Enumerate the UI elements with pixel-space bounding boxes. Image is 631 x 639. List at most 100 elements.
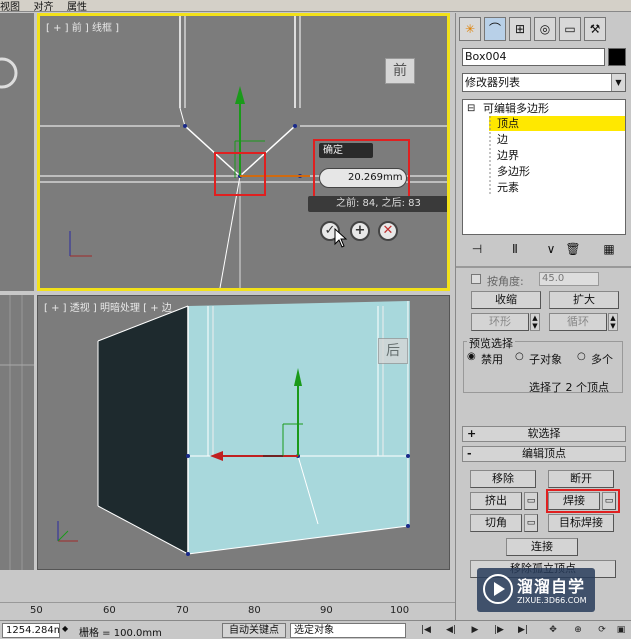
chevron-down-icon[interactable]: ▼ xyxy=(611,74,625,91)
pin-stack-icon[interactable]: ⊣ xyxy=(468,240,486,258)
mouse-cursor-icon xyxy=(334,228,348,248)
collapse-toggle-icon[interactable]: ⊟ xyxy=(467,101,475,116)
menu-item-view[interactable]: 视图 xyxy=(0,3,20,12)
modifier-stack[interactable]: ⊟ 可编辑多边形 顶点 边 边界 多边形 元素 xyxy=(462,99,626,235)
stack-level-polygon[interactable]: 多边形 xyxy=(497,164,530,179)
soft-selection-rollout-header[interactable]: + 软选择 xyxy=(462,426,626,442)
coordinate-field[interactable]: 1254.284m xyxy=(2,623,60,638)
create-tab-icon[interactable]: ✳ xyxy=(459,17,481,41)
coord-spinner-icon[interactable]: ◆ xyxy=(62,624,68,633)
stack-level-element[interactable]: 元素 xyxy=(497,180,519,195)
front-viewport-label[interactable]: [ + ] 前 ] 线框 ] xyxy=(46,19,119,34)
by-angle-checkbox[interactable] xyxy=(471,274,481,284)
ring-button[interactable]: 环形 xyxy=(471,313,529,331)
stack-level-vertex[interactable]: 顶点 xyxy=(489,116,625,131)
auto-key-button[interactable]: 自动关键点 xyxy=(222,623,286,638)
perspective-viewport-label[interactable]: [ + ] 透视 ] 明暗处理 [ + 边 xyxy=(44,299,172,314)
front-viewport[interactable]: [ + ] 前 ] 线框 ] 前 确定 20.269mm 之前: 84, 之后:… xyxy=(37,13,450,291)
status-bar: 1254.284m ◆ 栅格 = 100.0mm 自动关键点 选定对象 |◀ ◀… xyxy=(0,620,631,639)
menu-item-properties[interactable]: 属性 xyxy=(67,3,87,12)
radio-unchecked-icon[interactable]: ○ xyxy=(577,351,586,362)
weld-caddy-title: 确定 xyxy=(319,143,373,158)
connect-button[interactable]: 连接 xyxy=(506,538,578,556)
watermark-brand: 溜溜自学 xyxy=(517,577,586,596)
weld-vertex-count: 之前: 84, 之后: 83 xyxy=(308,196,447,212)
next-frame-icon[interactable]: |▶ xyxy=(491,624,507,637)
object-name-field[interactable]: Box004 xyxy=(462,48,605,66)
shrink-button[interactable]: 收缩 xyxy=(471,291,541,309)
break-button[interactable]: 断开 xyxy=(548,470,614,488)
stack-root-item[interactable]: 可编辑多边形 xyxy=(483,101,549,116)
grid-size-label: 栅格 = 100.0mm xyxy=(79,628,162,639)
ruler-tick: 70 xyxy=(176,605,189,616)
edit-vertices-rollout-header[interactable]: - 编辑顶点 xyxy=(462,446,626,462)
weld-threshold-field[interactable]: 20.269mm xyxy=(319,168,407,188)
left-viewport-top[interactable] xyxy=(0,13,34,291)
go-to-end-icon[interactable]: ▶| xyxy=(515,624,531,637)
caddy-apply-button[interactable]: + xyxy=(350,221,370,241)
extrude-settings-icon[interactable]: ▭ xyxy=(524,492,538,510)
preview-selection-label: 预览选择 xyxy=(467,335,515,351)
disabled-radio-label[interactable]: 禁用 xyxy=(481,351,503,367)
edit-vertices-label: 编辑顶点 xyxy=(522,447,566,460)
stack-level-border[interactable]: 边界 xyxy=(497,148,519,163)
ruler-tick: 60 xyxy=(103,605,116,616)
configure-sets-icon[interactable]: ▦ xyxy=(600,240,618,258)
go-to-start-icon[interactable]: |◀ xyxy=(418,624,434,637)
stack-level-label: 顶点 xyxy=(497,117,519,130)
chamfer-settings-icon[interactable]: ▭ xyxy=(524,514,538,532)
by-angle-value-field[interactable]: 45.0 xyxy=(539,272,599,286)
play-logo-icon xyxy=(483,574,513,604)
time-ruler[interactable]: 50 60 70 80 90 100 xyxy=(0,602,455,620)
radio-checked-icon[interactable]: ◉ xyxy=(467,351,476,362)
caddy-cancel-button[interactable]: ✕ xyxy=(378,221,398,241)
pan-icon[interactable]: ✥ xyxy=(545,624,561,637)
modifier-list-label: 修改器列表 xyxy=(465,76,520,89)
left-viewport-bottom-grid xyxy=(0,295,34,570)
orbit-icon[interactable]: ⟳ xyxy=(594,624,610,637)
utilities-tab-icon[interactable]: ⚒ xyxy=(584,17,606,41)
viewcube-back[interactable]: 后 xyxy=(378,338,408,364)
highlight-vertices-box xyxy=(214,152,266,196)
ruler-tick: 90 xyxy=(320,605,333,616)
command-panel: ✳ ⌒ ⊞ ◎ ▭ ⚒ Box004 修改器列表 ▼ ⊟ 可编辑多边形 顶点 边… xyxy=(455,13,631,620)
stack-tree-line xyxy=(489,116,491,196)
extrude-button[interactable]: 挤出 xyxy=(470,492,522,510)
hierarchy-tab-icon[interactable]: ⊞ xyxy=(509,17,531,41)
modify-tab-icon[interactable]: ⌒ xyxy=(484,17,506,41)
remove-button[interactable]: 移除 xyxy=(470,470,536,488)
left-viewport-bottom[interactable] xyxy=(0,295,34,570)
by-angle-label: 按角度: xyxy=(487,275,524,288)
stack-toolbar: ⊣ Ⅱ ∨ 🗑 ▦ xyxy=(462,238,626,262)
motion-tab-icon[interactable]: ◎ xyxy=(534,17,556,41)
modifier-list-dropdown[interactable]: 修改器列表 ▼ xyxy=(462,73,626,92)
object-color-swatch[interactable] xyxy=(608,48,626,66)
zoom-icon[interactable]: ⊕ xyxy=(570,624,586,637)
selection-set-dropdown[interactable]: 选定对象 xyxy=(290,623,406,638)
ruler-tick: 100 xyxy=(390,605,410,616)
grow-button[interactable]: 扩大 xyxy=(549,291,619,309)
make-unique-icon[interactable]: ∨ xyxy=(542,240,560,258)
multiple-radio-label[interactable]: 多个 xyxy=(591,351,613,367)
show-end-result-icon[interactable]: Ⅱ xyxy=(506,240,524,258)
expand-icon: + xyxy=(467,427,477,440)
loop-button[interactable]: 循环 xyxy=(549,313,607,331)
radio-unchecked-icon[interactable]: ○ xyxy=(515,351,524,362)
target-weld-button[interactable]: 目标焊接 xyxy=(548,514,614,532)
menu-item-align[interactable]: 对齐 xyxy=(34,3,54,12)
ring-spinner[interactable]: ▲ ▼ xyxy=(530,313,540,331)
perspective-viewport[interactable]: [ + ] 透视 ] 明暗处理 [ + 边 后 xyxy=(37,295,450,570)
chamfer-button[interactable]: 切角 xyxy=(470,514,522,532)
rollout-divider xyxy=(456,266,631,268)
remove-modifier-icon[interactable]: 🗑 xyxy=(564,240,582,258)
loop-spinner[interactable]: ▲ ▼ xyxy=(608,313,618,331)
collapse-icon: - xyxy=(467,447,472,460)
play-icon[interactable]: ▶ xyxy=(467,624,483,637)
previous-frame-icon[interactable]: ◀| xyxy=(443,624,459,637)
stack-level-edge[interactable]: 边 xyxy=(497,132,508,147)
viewcube-front[interactable]: 前 xyxy=(385,58,415,84)
maximize-viewport-icon[interactable]: ▣ xyxy=(613,624,629,637)
watermark-url: ZIXUE.3D66.COM xyxy=(517,596,587,605)
sub-object-radio-label[interactable]: 子对象 xyxy=(529,351,562,367)
display-tab-icon[interactable]: ▭ xyxy=(559,17,581,41)
